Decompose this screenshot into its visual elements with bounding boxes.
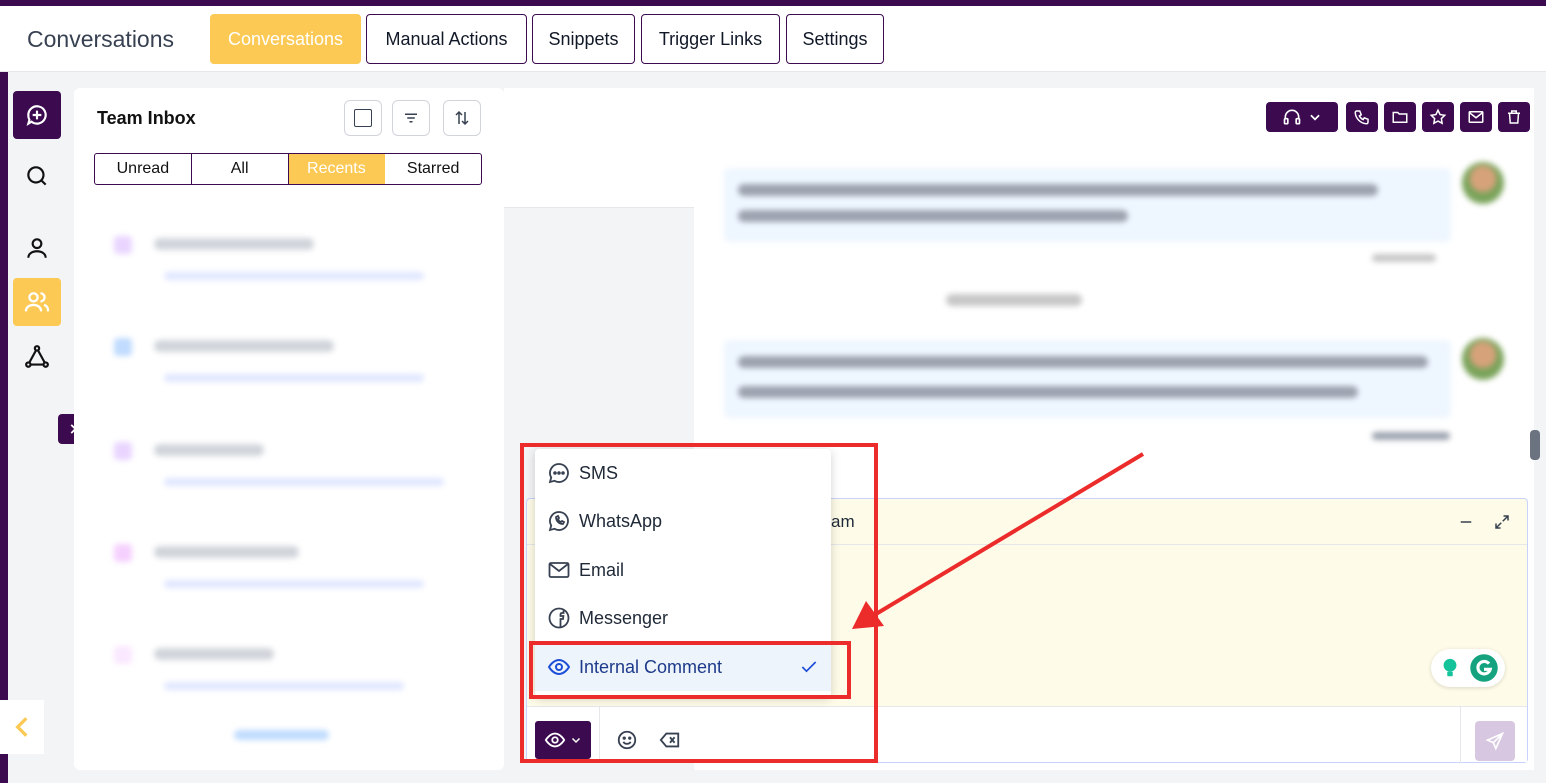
filter-starred[interactable]: Starred <box>385 154 481 184</box>
avatar <box>114 338 132 356</box>
conversation-header-area <box>504 88 694 208</box>
avatar <box>1462 162 1504 204</box>
avatar <box>1462 338 1504 380</box>
tab-snippets[interactable]: Snippets <box>532 14 635 64</box>
back-button[interactable] <box>0 700 44 754</box>
conversation-item[interactable] <box>104 228 484 308</box>
tab-manual-actions[interactable]: Manual Actions <box>366 14 527 64</box>
message-bubble <box>724 340 1451 418</box>
date-separator <box>946 294 1082 306</box>
folder-button[interactable] <box>1384 102 1416 132</box>
expand-icon[interactable] <box>1493 513 1511 531</box>
sort-arrows-icon <box>455 110 469 126</box>
conversation-item[interactable] <box>104 330 484 410</box>
search-button[interactable] <box>13 152 61 200</box>
star-icon <box>1429 108 1447 125</box>
message-bubble <box>724 168 1451 242</box>
assign-dropdown-button[interactable] <box>1266 102 1338 132</box>
tab-conversations[interactable]: Conversations <box>210 14 361 64</box>
highlight-box-inner <box>529 641 851 699</box>
trash-icon <box>1508 110 1520 124</box>
filter-button[interactable] <box>392 100 430 136</box>
search-icon <box>27 166 47 186</box>
mail-button[interactable] <box>1460 102 1492 132</box>
grammarly-widget[interactable] <box>1431 649 1505 687</box>
tab-trigger-links[interactable]: Trigger Links <box>641 14 780 64</box>
conversation-item[interactable] <box>104 434 484 514</box>
inbox-title: Team Inbox <box>97 108 196 128</box>
top-nav: Conversations Conversations Manual Actio… <box>0 6 1546 72</box>
call-button[interactable] <box>1346 102 1378 132</box>
conversation-item[interactable] <box>104 638 484 718</box>
footer-divider <box>1460 707 1461 763</box>
minimize-icon[interactable] <box>1457 513 1475 531</box>
checkbox-square-icon <box>354 109 372 127</box>
highlight-box-outer <box>520 443 878 763</box>
filter-unread[interactable]: Unread <box>95 154 192 184</box>
message-timestamp <box>1372 254 1436 262</box>
conversation-item[interactable] <box>104 536 484 616</box>
avatar <box>114 442 132 460</box>
contact-button[interactable] <box>13 224 61 272</box>
folder-icon <box>1392 111 1408 123</box>
users-icon <box>24 292 50 312</box>
avatar <box>114 544 132 562</box>
tab-settings[interactable]: Settings <box>786 14 884 64</box>
grammarly-icon <box>1470 654 1498 682</box>
chat-plus-icon <box>26 105 47 127</box>
select-all-checkbox[interactable] <box>344 100 382 136</box>
avatar <box>114 646 132 664</box>
avatar <box>114 236 132 254</box>
filter-recents[interactable]: Recents <box>288 154 386 184</box>
star-button[interactable] <box>1422 102 1454 132</box>
phone-icon <box>1354 110 1369 125</box>
chat-scrollbar[interactable] <box>1530 430 1540 460</box>
team-button[interactable] <box>13 278 61 326</box>
team-inbox-panel: Team Inbox Unread All Recents Starred <box>74 88 504 770</box>
lightbulb-icon <box>1443 658 1457 677</box>
user-icon <box>27 238 47 258</box>
filter-lines-icon <box>405 113 417 123</box>
mail-icon <box>1468 111 1484 123</box>
sort-button[interactable] <box>443 100 481 136</box>
message-timestamp <box>1372 432 1450 440</box>
chevron-left-icon <box>15 717 28 737</box>
chevron-down-icon <box>1310 114 1320 121</box>
send-button[interactable] <box>1475 721 1515 761</box>
new-conversation-button[interactable] <box>13 91 61 139</box>
delete-button[interactable] <box>1498 102 1530 132</box>
app-title: Conversations <box>27 26 175 52</box>
load-more-link[interactable] <box>234 730 329 740</box>
app-left-border <box>0 72 8 783</box>
inbox-filter-tabs: Unread All Recents Starred <box>94 153 482 185</box>
workflow-button[interactable] <box>13 333 61 381</box>
filter-all[interactable]: All <box>192 154 289 184</box>
triangle-nodes-icon <box>25 345 49 368</box>
send-icon <box>1485 731 1505 751</box>
headset-icon <box>1283 109 1301 125</box>
